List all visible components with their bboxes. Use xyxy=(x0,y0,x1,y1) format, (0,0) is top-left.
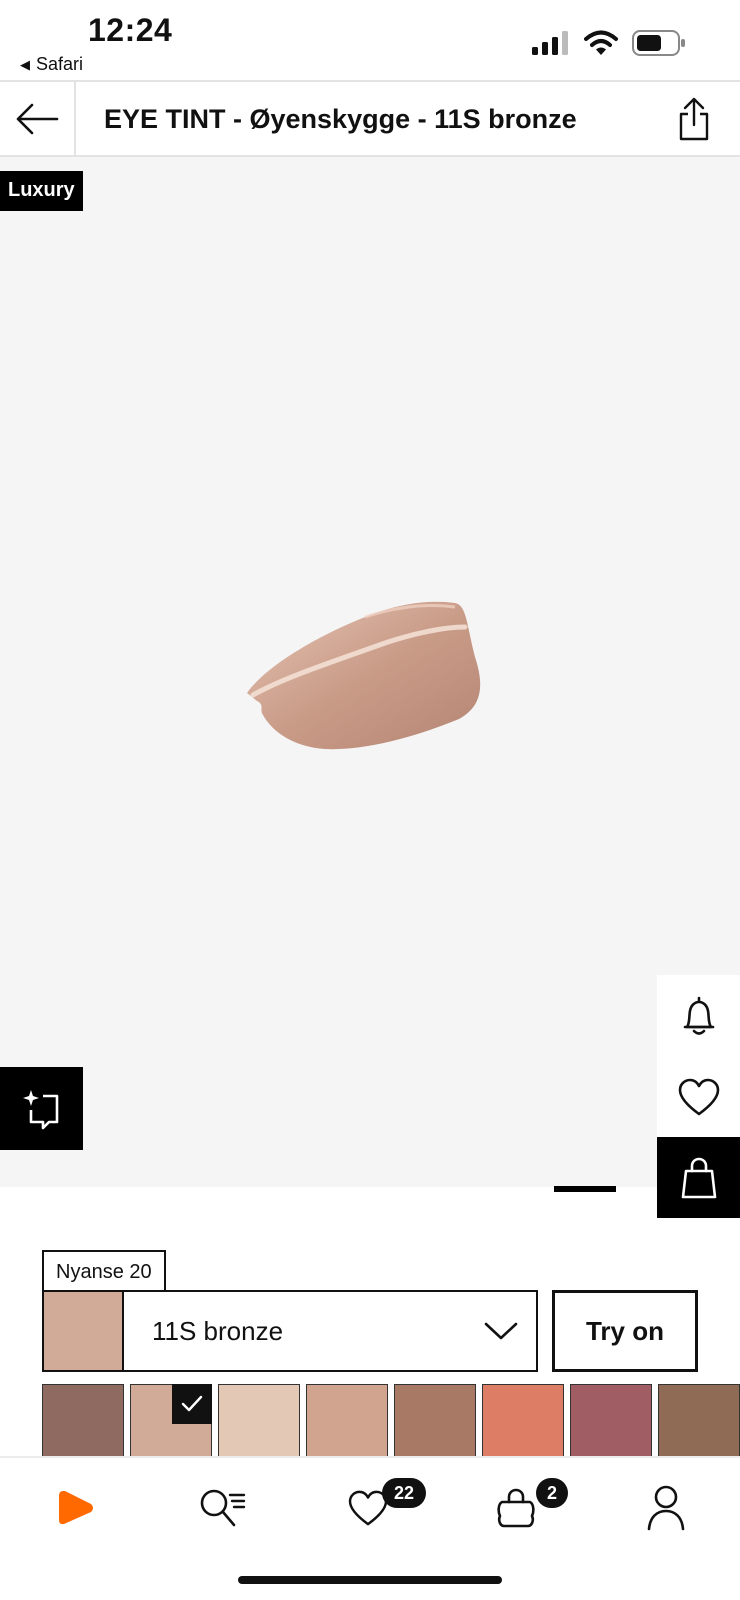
shade-swatch[interactable] xyxy=(658,1384,740,1458)
shade-swatch[interactable] xyxy=(482,1384,564,1458)
shade-swatch[interactable] xyxy=(306,1384,388,1458)
arrow-left-icon xyxy=(16,103,59,134)
shade-dropdown[interactable]: 11S bronze xyxy=(42,1290,538,1372)
tab-search[interactable] xyxy=(190,1478,254,1538)
sparkle-frame-icon xyxy=(22,1089,58,1129)
search-icon xyxy=(200,1489,246,1527)
wifi-icon xyxy=(584,30,618,55)
back-app-label: Safari xyxy=(36,54,84,74)
shopping-bag-icon xyxy=(497,1488,535,1528)
bell-icon xyxy=(683,996,714,1035)
selected-shade-name: 11S bronze xyxy=(152,1315,284,1346)
shade-swatch[interactable] xyxy=(570,1384,652,1458)
virtual-try-on-button[interactable] xyxy=(0,1067,83,1150)
shade-count-label: Nyanse 20 xyxy=(42,1250,166,1290)
product-image-area[interactable]: Luxury xyxy=(0,157,740,1218)
chevron-down-icon xyxy=(484,1322,518,1340)
heart-icon xyxy=(678,1078,719,1115)
cart-count-badge: 2 xyxy=(536,1478,568,1508)
brand-logo-icon xyxy=(59,1491,93,1525)
selected-shade-chip xyxy=(44,1292,124,1370)
status-icons xyxy=(532,30,686,56)
shade-swatch[interactable] xyxy=(42,1384,124,1458)
back-button[interactable] xyxy=(0,82,76,155)
shade-swatch[interactable] xyxy=(218,1384,300,1458)
shade-swatch-strip xyxy=(42,1384,740,1458)
side-actions xyxy=(657,975,740,1218)
notify-button[interactable] xyxy=(657,975,740,1056)
tab-profile[interactable] xyxy=(634,1478,698,1538)
luxury-badge: Luxury xyxy=(0,171,83,211)
product-swatch-image xyxy=(247,601,481,750)
back-triangle-icon: ◀ xyxy=(20,56,30,72)
cellular-signal-icon xyxy=(532,31,568,55)
user-icon xyxy=(647,1485,685,1531)
image-position-indicator xyxy=(554,1186,616,1192)
status-bar: 12:24 ◀ Safari xyxy=(0,0,740,80)
page: 12:24 ◀ Safari EYE TINT - Øyenskygge - 1… xyxy=(0,0,740,1600)
share-icon xyxy=(679,97,709,141)
checkmark-icon xyxy=(172,1384,212,1424)
wishlist-button[interactable] xyxy=(657,1056,740,1137)
battery-icon xyxy=(632,30,685,56)
share-button[interactable] xyxy=(672,96,716,142)
home-indicator xyxy=(238,1576,502,1584)
shade-swatch[interactable] xyxy=(394,1384,476,1458)
try-on-button[interactable]: Try on xyxy=(552,1290,698,1372)
wishlist-count-badge: 22 xyxy=(382,1478,426,1508)
tab-home[interactable] xyxy=(44,1478,108,1538)
back-to-app-link[interactable]: ◀ Safari xyxy=(20,54,83,75)
page-title: EYE TINT - Øyenskygge - 11S bronze xyxy=(104,104,577,134)
status-time: 12:24 xyxy=(88,12,173,48)
nav-header: EYE TINT - Øyenskygge - 11S bronze xyxy=(0,80,740,157)
shopping-bag-icon xyxy=(681,1157,716,1198)
add-to-bag-button[interactable] xyxy=(657,1137,740,1218)
